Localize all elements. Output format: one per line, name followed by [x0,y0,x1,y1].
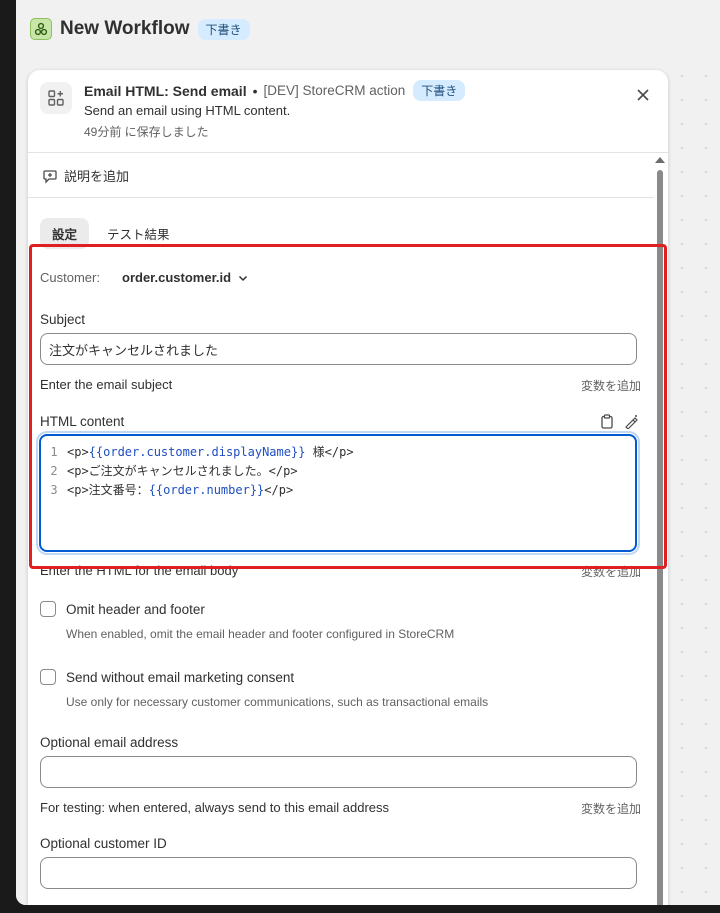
app-name: [DEV] StoreCRM action [263,83,406,98]
code-text: 様</p> [305,445,354,459]
omit-header-help: When enabled, omit the email header and … [66,627,455,641]
customer-selector: Customer: order.customer.id [40,270,249,285]
tab-bar: 設定 テスト結果 [40,218,182,249]
separator-dot: • [252,82,258,99]
magic-edit-icon[interactable] [622,412,640,430]
action-config-panel: Email HTML: Send email • [DEV] StoreCRM … [28,70,668,905]
workflow-canvas[interactable]: Email HTML: Send email • [DEV] StoreCRM … [16,58,720,905]
scroll-up-arrow[interactable] [655,157,665,163]
tab-test-results[interactable]: テスト結果 [95,218,182,249]
chevron-down-icon[interactable] [237,272,249,284]
comment-icon [43,169,57,184]
code-text: <p>注文番号： [67,483,149,497]
action-status-badge: 下書き [413,80,466,101]
subject-help: Enter the email subject [40,377,173,392]
no-consent-checkbox[interactable] [40,669,56,685]
line-number: 3 [50,482,58,497]
html-code-editor[interactable]: 1 <p>{{order.customer.displayName}} 様</p… [39,434,637,552]
html-content-label: HTML content [40,414,125,429]
panel-scrollbar[interactable] [654,154,666,905]
workflow-icon [30,18,52,40]
omit-header-label[interactable]: Omit header and footer [66,602,205,617]
action-title: Email HTML: Send email [84,82,247,99]
no-consent-label[interactable]: Send without email marketing consent [66,670,294,685]
subject-add-variable-button[interactable]: 変数を追加 [581,377,641,394]
workflow-status-badge: 下書き [197,18,250,40]
optional-email-help: For testing: when entered, always send t… [40,800,390,815]
code-variable: {{order.customer.displayName}} [88,445,306,459]
code-variable: {{order.number}} [148,483,265,497]
customer-value[interactable]: order.customer.id [122,270,231,285]
html-content-help: Enter the HTML for the email body [40,563,239,578]
line-number: 1 [50,444,58,459]
optional-email-input[interactable] [40,756,637,788]
no-consent-help: Use only for necessary customer communic… [66,695,489,709]
omit-header-checkbox[interactable] [40,601,56,617]
app-blocks-icon [40,82,72,114]
html-add-variable-button[interactable]: 変数を追加 [581,563,641,580]
add-description-label: 説明を追加 [64,169,130,184]
workflow-title: New Workflow [60,18,190,39]
workflow-header: New Workflow 下書き [16,0,720,58]
code-text: <p>ご注文がキャンセルされました。</p> [67,464,298,478]
optional-customer-input[interactable] [40,857,637,889]
email-add-variable-button[interactable]: 変数を追加 [581,800,641,817]
close-button[interactable] [632,84,654,106]
code-line: 2 <p>ご注文がキャンセルされました。</p> [41,461,635,480]
code-line: 3 <p>注文番号：{{order.number}}</p> [41,480,635,499]
panel-header: Email HTML: Send email • [DEV] StoreCRM … [28,70,668,153]
scrollbar-thumb[interactable] [657,170,663,905]
code-line: 1 <p>{{order.customer.displayName}} 様</p… [41,442,635,461]
action-description: Send an email using HTML content. [84,103,291,118]
clipboard-icon[interactable] [598,412,616,430]
code-text: <p> [67,445,89,459]
add-description-button[interactable]: 説明を追加 [28,154,654,198]
app-window: New Workflow 下書き Email HTML: Send email … [16,0,720,905]
close-icon [637,89,649,101]
optional-email-label: Optional email address [40,735,179,750]
subject-input[interactable]: 注文がキャンセルされました [40,333,637,365]
code-text: </p> [264,483,294,497]
tab-settings[interactable]: 設定 [40,218,90,249]
subject-label: Subject [40,312,86,327]
line-number: 2 [50,463,58,478]
saved-timestamp: 49分前 に保存しました [84,125,209,139]
optional-customer-label: Optional customer ID [40,836,167,851]
customer-label: Customer: [40,270,100,285]
